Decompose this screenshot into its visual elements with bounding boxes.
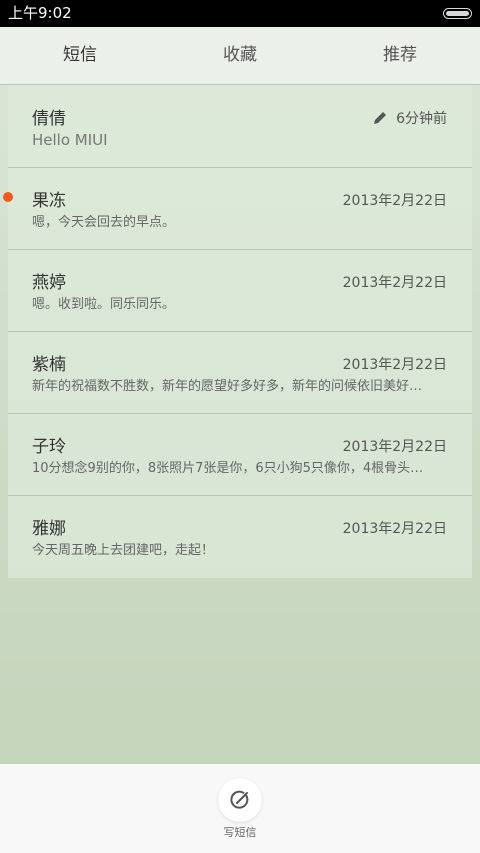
message-time: 2013年2月22日 xyxy=(342,275,447,291)
message-preview: Hello MIUI xyxy=(32,131,108,149)
status-bar: 上午9:02 xyxy=(0,0,480,27)
bottom-bar: 写短信 xyxy=(0,764,480,853)
conversation-item[interactable]: 雅娜 2013年2月22日 今天周五晚上去团建吧，走起！ xyxy=(8,496,472,578)
conversation-item[interactable]: 果冻 2013年2月22日 嗯，今天会回去的早点。 xyxy=(8,168,472,250)
tab-recommended[interactable]: 推荐 xyxy=(320,27,480,84)
contact-name: 倩倩 xyxy=(32,109,66,129)
conversation-list: 倩倩 6分钟前 Hello MIUI 果冻 2013年2月22日 嗯，今天会回去… xyxy=(8,86,472,578)
status-time: 上午9:02 xyxy=(8,4,72,22)
message-preview: 嗯，今天会回去的早点。 xyxy=(32,215,176,230)
tab-favorites[interactable]: 收藏 xyxy=(160,27,320,84)
conversation-item[interactable]: 倩倩 6分钟前 Hello MIUI xyxy=(8,86,472,168)
battery-icon xyxy=(443,8,472,19)
contact-name: 紫楠 xyxy=(32,355,66,375)
message-time: 2013年2月22日 xyxy=(342,521,447,537)
message-time: 2013年2月22日 xyxy=(342,357,447,373)
contact-name: 雅娜 xyxy=(32,519,66,539)
conversation-item[interactable]: 紫楠 2013年2月22日 新年的祝福数不胜数，新年的愿望好多好多，新年的问候依… xyxy=(8,332,472,414)
compose-icon xyxy=(230,790,249,809)
message-preview: 今天周五晚上去团建吧，走起！ xyxy=(32,543,215,558)
contact-name: 子玲 xyxy=(32,437,66,457)
unread-dot xyxy=(3,192,13,202)
message-preview: 新年的祝福数不胜数，新年的愿望好多好多，新年的问候依旧美好… xyxy=(32,379,423,394)
message-time: 2013年2月22日 xyxy=(342,439,447,455)
message-time: 6分钟前 xyxy=(396,111,447,127)
contact-name: 燕婷 xyxy=(32,273,66,293)
message-preview: 10分想念9别的你，8张照片7张是你，6只小狗5只像你，4根骨头… xyxy=(32,461,424,476)
compose-button[interactable] xyxy=(218,778,262,822)
contact-name: 果冻 xyxy=(32,191,66,211)
message-preview: 嗯。收到啦。同乐同乐。 xyxy=(32,297,176,312)
message-time: 2013年2月22日 xyxy=(342,193,447,209)
tab-messages[interactable]: 短信 xyxy=(0,27,160,84)
compose-label: 写短信 xyxy=(223,826,257,839)
conversation-item[interactable]: 燕婷 2013年2月22日 嗯。收到啦。同乐同乐。 xyxy=(8,250,472,332)
pencil-icon xyxy=(374,112,386,124)
tab-bar: 短信 收藏 推荐 xyxy=(0,27,480,85)
conversation-item[interactable]: 子玲 2013年2月22日 10分想念9别的你，8张照片7张是你，6只小狗5只像… xyxy=(8,414,472,496)
